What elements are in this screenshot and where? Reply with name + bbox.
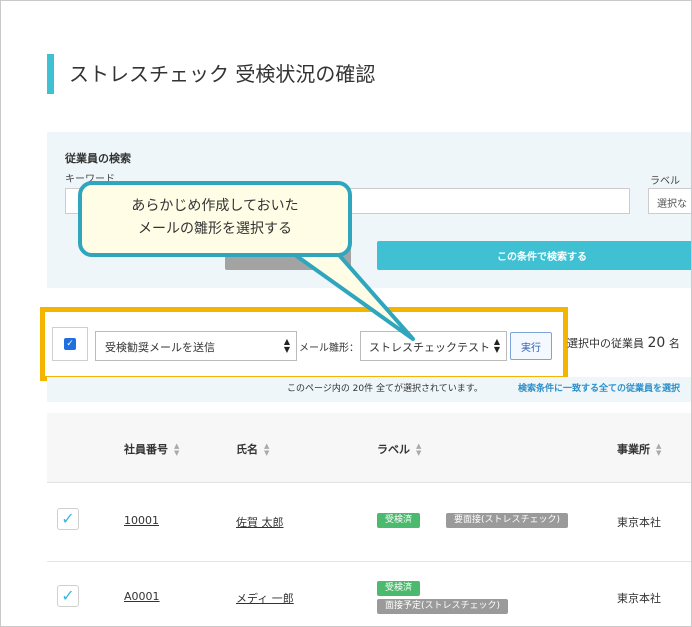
row-checkbox[interactable]: ✓ xyxy=(57,508,79,530)
column-header-employee-id[interactable]: 社員番号 ▲ ▼ xyxy=(124,441,179,457)
run-button[interactable]: 実行 xyxy=(510,332,552,360)
callout-line-2: メールの雛形を選択する xyxy=(138,221,292,237)
column-header-office[interactable]: 事業所 ▲ ▼ xyxy=(617,441,661,457)
search-submit-button[interactable]: この条件で検索する xyxy=(377,241,691,270)
column-header-name[interactable]: 氏名 ▲ ▼ xyxy=(236,441,269,457)
mail-template-value: ストレスチェックテスト xyxy=(369,341,490,354)
label-badge: 受検済 xyxy=(377,513,421,528)
label-badge: 受検済 xyxy=(377,581,421,596)
employee-id-link[interactable]: A0001 xyxy=(124,590,160,603)
selected-count: 選択中の従業員 20 名 xyxy=(567,335,680,351)
employee-name-link[interactable]: 佐賀 太郎 xyxy=(236,514,284,530)
sort-icon[interactable]: ▲ ▼ xyxy=(174,443,179,457)
sort-icon[interactable]: ▲ ▼ xyxy=(656,443,661,457)
bulk-action-select[interactable]: 受検勧奨メールを送信 ▲ ▼ xyxy=(95,331,297,361)
callout-bubble: あらかじめ作成しておいた メールの雛形を選択する xyxy=(78,181,352,257)
checkbox-checked-icon: ✓ xyxy=(64,338,76,350)
sort-icon[interactable]: ▲ ▼ xyxy=(416,443,421,457)
office-cell: 東京本社 xyxy=(617,592,661,605)
table-header: 社員番号 ▲ ▼ 氏名 ▲ ▼ ラベル ▲ ▼ 事業所 ▲ ▼ xyxy=(47,413,691,483)
label-badge: 要面接(ストレスチェック) xyxy=(446,513,569,528)
bulk-action-value: 受検勧奨メールを送信 xyxy=(105,341,215,354)
label-filter-label: ラベル xyxy=(650,176,680,187)
row-divider xyxy=(47,561,691,562)
page-title: ストレスチェック 受検状況の確認 xyxy=(69,62,376,86)
office-cell: 東京本社 xyxy=(617,516,661,529)
app-frame: ストレスチェック 受検状況の確認 従業員の検索 キーワード ラベル 選択な この… xyxy=(0,0,692,627)
select-updown-icon: ▲ ▼ xyxy=(283,337,290,354)
employee-id-link[interactable]: 10001 xyxy=(124,514,159,527)
callout-line-1: あらかじめ作成しておいた xyxy=(131,198,299,214)
select-updown-icon: ▲ ▼ xyxy=(493,337,500,354)
label-badge: 面接予定(ストレスチェック) xyxy=(377,599,509,614)
title-accent-bar xyxy=(47,54,54,94)
sort-icon[interactable]: ▲ ▼ xyxy=(264,443,269,457)
bulk-action-highlight: ✓ 受検勧奨メールを送信 ▲ ▼ メール雛形： ストレスチェックテスト ▲ ▼ 実行 xyxy=(40,307,568,381)
select-all-results-link[interactable]: 検索条件に一致する全ての従業員を選択 xyxy=(518,381,680,394)
selected-count-number: 20 xyxy=(647,335,666,351)
label-filter-select[interactable]: 選択な xyxy=(648,188,691,214)
column-header-label[interactable]: ラベル ▲ ▼ xyxy=(377,441,421,457)
mail-template-label: メール雛形： xyxy=(299,343,359,354)
employee-name-link[interactable]: メディ 一郎 xyxy=(236,590,294,606)
selected-count-unit: 名 xyxy=(668,337,680,350)
selected-count-prefix: 選択中の従業員 xyxy=(567,337,644,350)
row-checkbox[interactable]: ✓ xyxy=(57,585,79,607)
select-all-checkbox[interactable]: ✓ xyxy=(52,327,88,361)
search-heading: 従業員の検索 xyxy=(65,152,131,165)
mail-template-select[interactable]: ストレスチェックテスト ▲ ▼ xyxy=(360,331,507,361)
page-selection-note: このページ内の 20件 全てが選択されています。 xyxy=(287,384,483,394)
